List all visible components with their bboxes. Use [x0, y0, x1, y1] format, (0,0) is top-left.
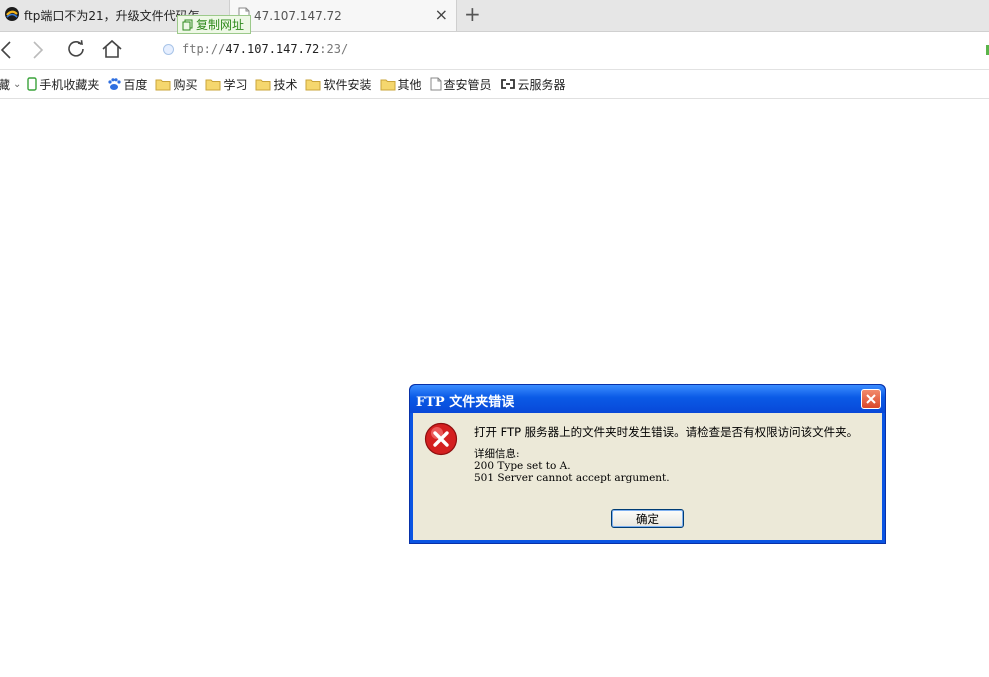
site-favicon-icon: [4, 6, 20, 25]
chevron-down-icon: ⌄: [13, 78, 22, 90]
refresh-icon[interactable]: [66, 39, 86, 62]
copy-url-label: 复制网址: [196, 18, 245, 32]
bookmark-label: 技术: [273, 77, 298, 92]
bookmark-baidu[interactable]: 百度: [107, 76, 147, 93]
dialog-body: 打开 FTP 服务器上的文件夹时发生错误。请检查是否有权限访问该文件夹。 详细信…: [413, 413, 882, 540]
home-icon[interactable]: [101, 39, 123, 62]
bookmark-label: 云服务器: [517, 77, 566, 92]
back-icon[interactable]: [0, 40, 12, 63]
ok-button[interactable]: 确定: [611, 509, 684, 528]
bookmark-folder-tech[interactable]: 技术: [255, 76, 297, 93]
error-message: 打开 FTP 服务器上的文件夹时发生错误。请检查是否有权限访问该文件夹。: [474, 425, 859, 439]
bookmark-favorites-menu[interactable]: 藏 ⌄: [0, 76, 21, 93]
bookmark-label: 百度: [123, 77, 148, 92]
bookmark-cloud-server[interactable]: 云服务器: [500, 76, 566, 93]
tab-ftp-address[interactable]: 47.107.147.72 ×: [229, 0, 457, 31]
tab-title: 47.107.147.72: [254, 8, 342, 23]
favorites-label: 藏: [0, 77, 11, 92]
bookmark-folder-buy[interactable]: 购买: [155, 76, 197, 93]
bookmark-mobile-favorites[interactable]: 手机收藏夹: [27, 76, 99, 93]
copy-icon: [182, 19, 193, 30]
bookmark-label: 购买: [173, 77, 198, 92]
bookmark-folder-software[interactable]: 软件安装: [305, 76, 372, 93]
dialog-titlebar[interactable]: FTP 文件夹错误: [410, 385, 885, 413]
bookmark-folder-other[interactable]: 其他: [380, 76, 422, 93]
address-bar[interactable]: ftp://47.107.147.72:23/: [163, 42, 348, 56]
bookmark-label: 其他: [397, 77, 422, 92]
details-line: 200 Type set to A.: [474, 460, 571, 472]
protocol-info-icon[interactable]: [163, 43, 174, 55]
bookmark-label: 软件安装: [323, 77, 372, 92]
bookmarks-bar: 藏 ⌄ 手机收藏夹 百度 购买 学习 技术 软件安装 其他 查安管员 云服务器: [0, 70, 989, 99]
new-tab-button[interactable]: +: [464, 4, 481, 24]
copy-url-tooltip[interactable]: 复制网址: [177, 15, 252, 34]
bookmark-folder-study[interactable]: 学习: [205, 76, 247, 93]
ftp-error-dialog: FTP 文件夹错误 打开 FTP 服务器上的文件夹时发生错误。请检查是否有权限访…: [409, 384, 886, 544]
page-icon: [430, 77, 442, 91]
details-line: 501 Server cannot accept argument.: [474, 472, 670, 484]
cloud-server-icon: [500, 78, 516, 90]
folder-icon: [255, 78, 271, 91]
tab-strip: ftp端口不为21，升级文件代码怎 47.107.147.72 × +: [0, 0, 989, 32]
error-icon: [424, 422, 458, 459]
navigation-bar: ftp://47.107.147.72:23/: [0, 32, 989, 70]
tab-close-icon[interactable]: ×: [435, 7, 448, 23]
close-icon: [866, 394, 876, 404]
folder-icon: [380, 78, 396, 91]
bookmark-label: 手机收藏夹: [39, 77, 100, 92]
error-details: 详细信息: 200 Type set to A. 501 Server cann…: [474, 448, 670, 484]
folder-icon: [155, 78, 171, 91]
url-scheme: ftp://: [182, 42, 226, 56]
folder-icon: [205, 78, 221, 91]
bookmark-label: 学习: [223, 77, 248, 92]
details-label: 详细信息:: [474, 448, 520, 460]
dialog-close-button[interactable]: [861, 389, 881, 409]
bookmark-page[interactable]: 查安管员: [430, 76, 492, 93]
baidu-paw-icon: [107, 77, 122, 91]
phone-icon: [27, 77, 38, 91]
folder-icon: [305, 78, 321, 91]
tab-title: ftp端口不为21，升级文件代码怎: [24, 9, 200, 23]
dialog-title: FTP 文件夹错误: [416, 395, 515, 410]
url-host: 47.107.147.72: [225, 42, 320, 56]
bookmark-label: 查安管员: [443, 77, 492, 92]
url-port: :23/: [319, 42, 349, 56]
forward-icon[interactable]: [32, 40, 44, 63]
